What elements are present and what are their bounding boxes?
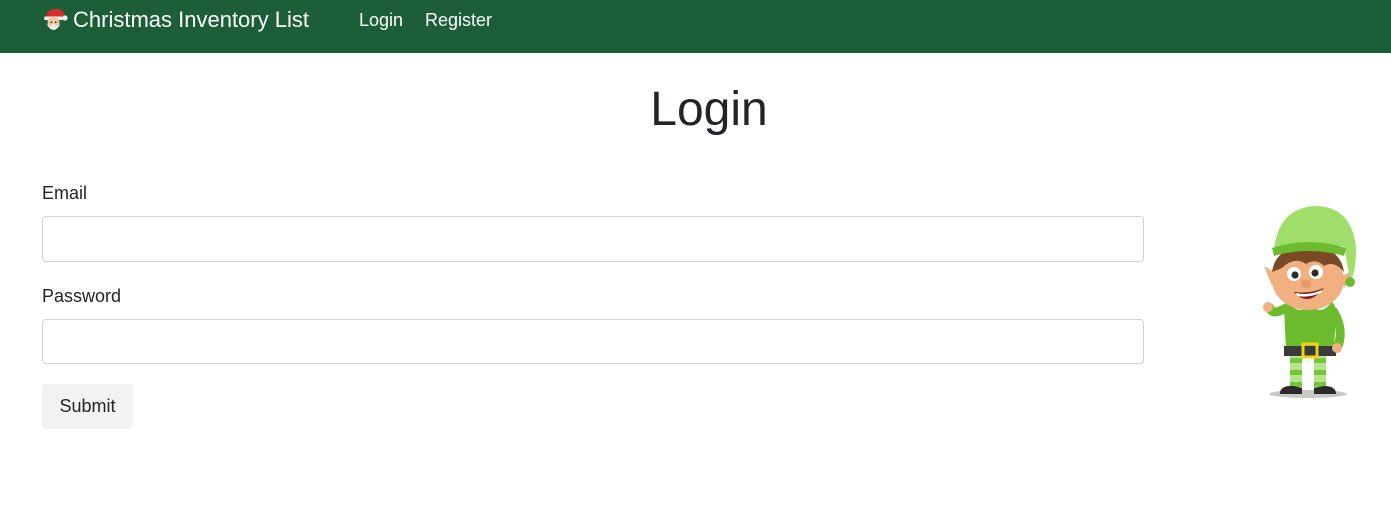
elf-illustration bbox=[1263, 206, 1356, 398]
password-field[interactable] bbox=[42, 319, 1144, 364]
brand-link[interactable]: Christmas Inventory List bbox=[40, 4, 309, 36]
santa-icon bbox=[44, 8, 68, 30]
nav-register-link[interactable]: Register bbox=[425, 9, 492, 31]
password-label: Password bbox=[42, 286, 122, 306]
nav-login-link[interactable]: Login bbox=[359, 9, 403, 31]
submit-button[interactable]: Submit bbox=[42, 384, 133, 429]
email-label: Email bbox=[42, 183, 88, 203]
brand-label: Christmas Inventory List bbox=[73, 7, 309, 32]
navbar: Christmas Inventory List Login Register bbox=[0, 0, 1391, 53]
email-field[interactable] bbox=[42, 216, 1144, 262]
page-title: Login bbox=[650, 83, 768, 136]
